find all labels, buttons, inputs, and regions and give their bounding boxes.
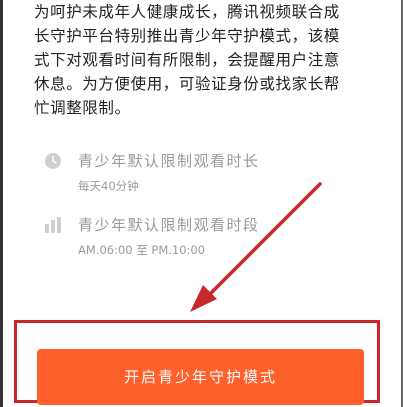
limit-period-title: 青少年默认限制观看时段 [78, 216, 260, 234]
description-line: 休息。为方便使用，可验证身份或找家长帮 [34, 75, 340, 93]
description-line: 忙调整限制。 [34, 99, 131, 117]
teen-mode-description: 为呵护未成年人健康成长，腾讯视频联合成 长守护平台特别推出青少年守护模式，该模 … [34, 0, 384, 120]
clock-icon [44, 152, 62, 170]
description-line: 式下对观看时间有所限制，会提醒用户注意 [34, 51, 340, 69]
description-line: 为呵护未成年人健康成长，腾讯视频联合成 [34, 3, 340, 21]
limit-duration-title: 青少年默认限制观看时长 [78, 152, 260, 170]
enable-teen-mode-button[interactable]: 开启青少年守护模式 [37, 349, 364, 405]
limit-period-value: AM.06:00 至 PM.10:00 [78, 243, 206, 257]
limit-duration-value: 每天40分钟 [78, 179, 139, 193]
teen-mode-screen: 为呵护未成年人健康成长，腾讯视频联合成 长守护平台特别推出青少年守护模式，该模 … [0, 0, 403, 407]
bar-chart-icon [44, 216, 62, 234]
description-line: 长守护平台特别推出青少年守护模式，该模 [34, 27, 340, 45]
left-frame-edge [0, 0, 3, 407]
